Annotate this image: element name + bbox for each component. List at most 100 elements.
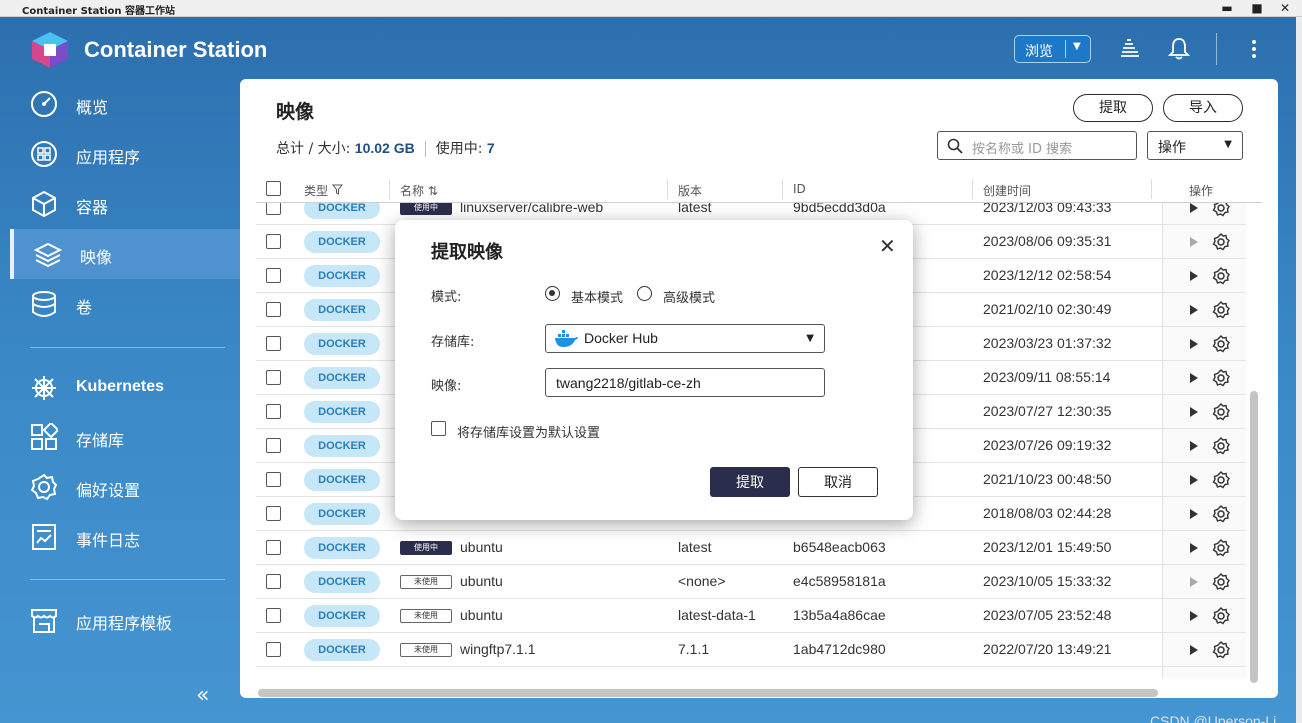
close-icon[interactable]: ✕ — [879, 234, 896, 258]
horizontal-scrollbar[interactable] — [258, 689, 1158, 697]
sidebar-item-app-templates[interactable]: 应用程序模板 — [10, 595, 240, 645]
search-input[interactable]: 按名称或 ID 搜索 — [937, 131, 1137, 160]
default-repo-label[interactable]: 将存储库设置为默认设置 — [457, 422, 600, 441]
play-icon[interactable] — [1190, 373, 1198, 383]
table-row[interactable]: DOCKER 未使用 ubuntu <none> e4c58958181a 2023/10… — [256, 565, 1246, 599]
table-row[interactable]: DOCKER 未使用 wingftp7.1.1 7.1.1 1ab4712dc980 20… — [256, 633, 1246, 667]
sidebar-item-kubernetes[interactable]: Kubernetes — [10, 363, 240, 413]
import-button[interactable]: 导入 — [1163, 94, 1243, 122]
image-name-input[interactable] — [545, 368, 825, 397]
stack-icon[interactable] — [1117, 36, 1143, 62]
play-icon[interactable] — [1190, 237, 1198, 247]
image-created: 2021/02/10 02:30:49 — [983, 301, 1112, 317]
sidebar-item-containers[interactable]: 容器 — [10, 179, 240, 229]
collapse-sidebar-button[interactable]: « — [196, 683, 209, 708]
sidebar-item-volumes[interactable]: 卷 — [10, 279, 240, 329]
gear-icon[interactable] — [1212, 471, 1230, 489]
sidebar-item-images[interactable]: 映像 — [10, 229, 240, 279]
play-icon[interactable] — [1190, 509, 1198, 519]
play-icon[interactable] — [1190, 203, 1198, 213]
browse-dropdown-button[interactable]: 浏览 ▼ — [1014, 35, 1091, 63]
close-window-button[interactable]: ✕ — [1270, 0, 1300, 17]
bell-icon[interactable] — [1166, 36, 1192, 62]
play-icon[interactable] — [1190, 543, 1198, 553]
image-created: 2023/07/27 12:30:35 — [983, 403, 1112, 419]
sidebar-item-overview[interactable]: 概览 — [10, 79, 240, 129]
image-label: 映像: — [431, 379, 462, 394]
row-checkbox[interactable] — [266, 404, 281, 419]
gear-icon[interactable] — [1212, 369, 1230, 387]
play-icon[interactable] — [1190, 305, 1198, 315]
gear-icon[interactable] — [1212, 267, 1230, 285]
gear-icon[interactable] — [1212, 233, 1230, 251]
sort-icon: ⇅ — [427, 184, 438, 198]
gear-icon[interactable] — [1212, 573, 1230, 591]
column-divider — [389, 179, 390, 199]
play-icon[interactable] — [1190, 407, 1198, 417]
advanced-mode-radio[interactable] — [637, 286, 652, 301]
gear-icon[interactable] — [1212, 641, 1230, 659]
row-checkbox[interactable] — [266, 540, 281, 555]
column-type[interactable]: 类型 — [304, 182, 343, 199]
table-row[interactable]: DOCKER 使用中 ubuntu latest b6548eacb063 2023/12… — [256, 531, 1246, 565]
row-checkbox[interactable] — [266, 302, 281, 317]
row-checkbox[interactable] — [266, 336, 281, 351]
table-row[interactable]: DOCKER 未使用 ubuntu latest-data-1 13b5a4a86cae… — [256, 599, 1246, 633]
gear-icon[interactable] — [1212, 301, 1230, 319]
image-name[interactable]: linuxserver/calibre-web — [460, 203, 603, 215]
image-name[interactable]: ubuntu — [460, 573, 503, 589]
play-icon[interactable] — [1190, 339, 1198, 349]
action-select[interactable]: 操作 ▼ — [1147, 131, 1243, 160]
row-checkbox[interactable] — [266, 472, 281, 487]
image-name[interactable]: ubuntu — [460, 607, 503, 623]
repository-select[interactable]: Docker Hub ▼ — [545, 324, 825, 353]
play-icon[interactable] — [1190, 475, 1198, 485]
sidebar-item-registry[interactable]: 存储库 — [10, 412, 240, 462]
dialog-pull-button[interactable]: 提取 — [710, 467, 790, 497]
column-id[interactable]: ID — [793, 182, 806, 196]
row-checkbox[interactable] — [266, 506, 281, 521]
row-checkbox[interactable] — [266, 642, 281, 657]
image-created: 2023/12/12 02:58:54 — [983, 267, 1112, 283]
registry-icon — [31, 423, 58, 450]
minimize-button[interactable]: ▬ — [1212, 0, 1242, 17]
dialog-cancel-button[interactable]: 取消 — [798, 467, 878, 497]
more-menu-icon[interactable] — [1241, 36, 1267, 62]
browse-label: 浏览 — [1025, 44, 1053, 60]
pull-button[interactable]: 提取 — [1073, 94, 1153, 122]
maximize-button[interactable]: ■ — [1242, 0, 1272, 17]
sidebar-item-preferences[interactable]: 偏好设置 — [10, 462, 240, 512]
column-version[interactable]: 版本 — [678, 182, 702, 199]
play-icon[interactable] — [1190, 441, 1198, 451]
advanced-mode-label[interactable]: 高级模式 — [663, 287, 715, 306]
play-icon[interactable] — [1190, 577, 1198, 587]
basic-mode-radio[interactable] — [545, 286, 560, 301]
play-icon[interactable] — [1190, 645, 1198, 655]
gear-icon[interactable] — [1212, 505, 1230, 523]
column-name[interactable]: 名称 ⇅ — [400, 182, 438, 199]
row-checkbox[interactable] — [266, 268, 281, 283]
gear-icon[interactable] — [1212, 335, 1230, 353]
row-checkbox[interactable] — [266, 234, 281, 249]
row-checkbox[interactable] — [266, 370, 281, 385]
gear-icon[interactable] — [1212, 539, 1230, 557]
row-checkbox[interactable] — [266, 203, 281, 215]
sidebar-item-apps[interactable]: 应用程序 — [10, 129, 240, 179]
vertical-scrollbar[interactable] — [1250, 391, 1258, 683]
image-name[interactable]: ubuntu — [460, 539, 503, 555]
column-created[interactable]: 创建时间 — [983, 182, 1031, 199]
default-repo-checkbox[interactable] — [431, 421, 446, 436]
select-all-checkbox[interactable] — [266, 181, 281, 196]
row-checkbox[interactable] — [266, 574, 281, 589]
row-checkbox[interactable] — [266, 438, 281, 453]
play-icon[interactable] — [1190, 271, 1198, 281]
gear-icon[interactable] — [1212, 403, 1230, 421]
play-icon[interactable] — [1190, 611, 1198, 621]
gear-icon[interactable] — [1212, 607, 1230, 625]
image-name[interactable]: wingftp7.1.1 — [460, 641, 536, 657]
row-checkbox[interactable] — [266, 608, 281, 623]
gear-icon[interactable] — [1212, 203, 1230, 217]
sidebar-item-event-log[interactable]: 事件日志 — [10, 512, 240, 562]
gear-icon[interactable] — [1212, 437, 1230, 455]
basic-mode-label[interactable]: 基本模式 — [571, 287, 623, 306]
